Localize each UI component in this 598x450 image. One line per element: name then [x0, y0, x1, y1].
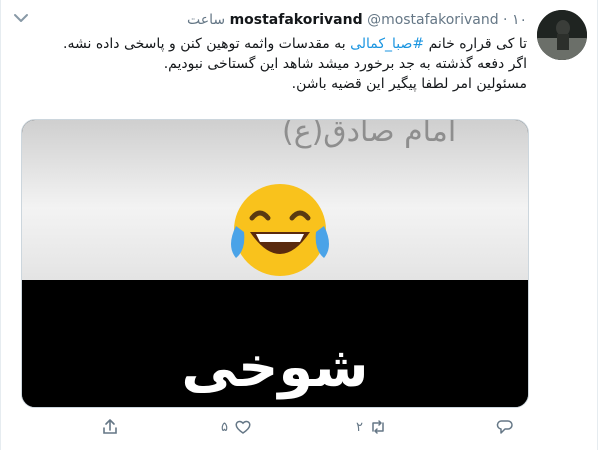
share-icon — [103, 419, 117, 434]
retweet-icon — [372, 420, 384, 434]
reply-button[interactable] — [496, 416, 514, 438]
tweet-line-2: اگر دفعه گذشته به جد برخورد میشد شاهد ای… — [163, 56, 527, 72]
face-with-tears-of-joy-icon — [231, 184, 329, 276]
tweet-text: تا کی قراره خانم #صبا_کمالی به مقدسات وا… — [41, 34, 527, 94]
heart-icon — [235, 420, 251, 434]
user-handle[interactable]: @mostafakorivand — [367, 12, 499, 28]
tweet: mostafakorivand @mostafakorivand · ۱۰ سا… — [0, 0, 598, 450]
separator-dot: · — [503, 12, 508, 28]
meme-caption: شوخی — [181, 335, 369, 400]
like-count: ۵ — [221, 419, 228, 435]
tweet-text-part1: تا کی قراره خانم — [424, 36, 527, 52]
media-top-panel: امام صادق(ع) — [22, 120, 528, 280]
tweet-header: mostafakorivand @mostafakorivand · ۱۰ سا… — [41, 11, 527, 29]
tweet-line-1: تا کی قراره خانم #صبا_کمالی به مقدسات وا… — [41, 34, 527, 54]
like-button[interactable]: ۵ — [221, 416, 252, 438]
retweet-button[interactable]: ۲ — [356, 416, 387, 438]
chevron-down-icon[interactable] — [11, 10, 31, 26]
avatar[interactable] — [537, 10, 587, 60]
display-name[interactable]: mostafakorivand — [230, 12, 363, 28]
retweet-count: ۲ — [356, 419, 363, 435]
hashtag-link[interactable]: #صبا_کمالی — [350, 36, 424, 52]
tweet-media[interactable]: امام صادق(ع) شوخی — [21, 119, 529, 408]
media-top-text: امام صادق(ع) — [282, 119, 457, 149]
tweet-line-3: مسئولین امر لطفا پیگیر این قضیه باشن. — [291, 76, 527, 92]
share-button[interactable] — [101, 416, 119, 438]
reply-icon — [496, 420, 513, 434]
tweet-text-part2: به مقدسات واثمه توهین کنن و پاسخی داده ن… — [63, 36, 351, 52]
tweet-actions: ۵ ۲ — [71, 416, 527, 438]
